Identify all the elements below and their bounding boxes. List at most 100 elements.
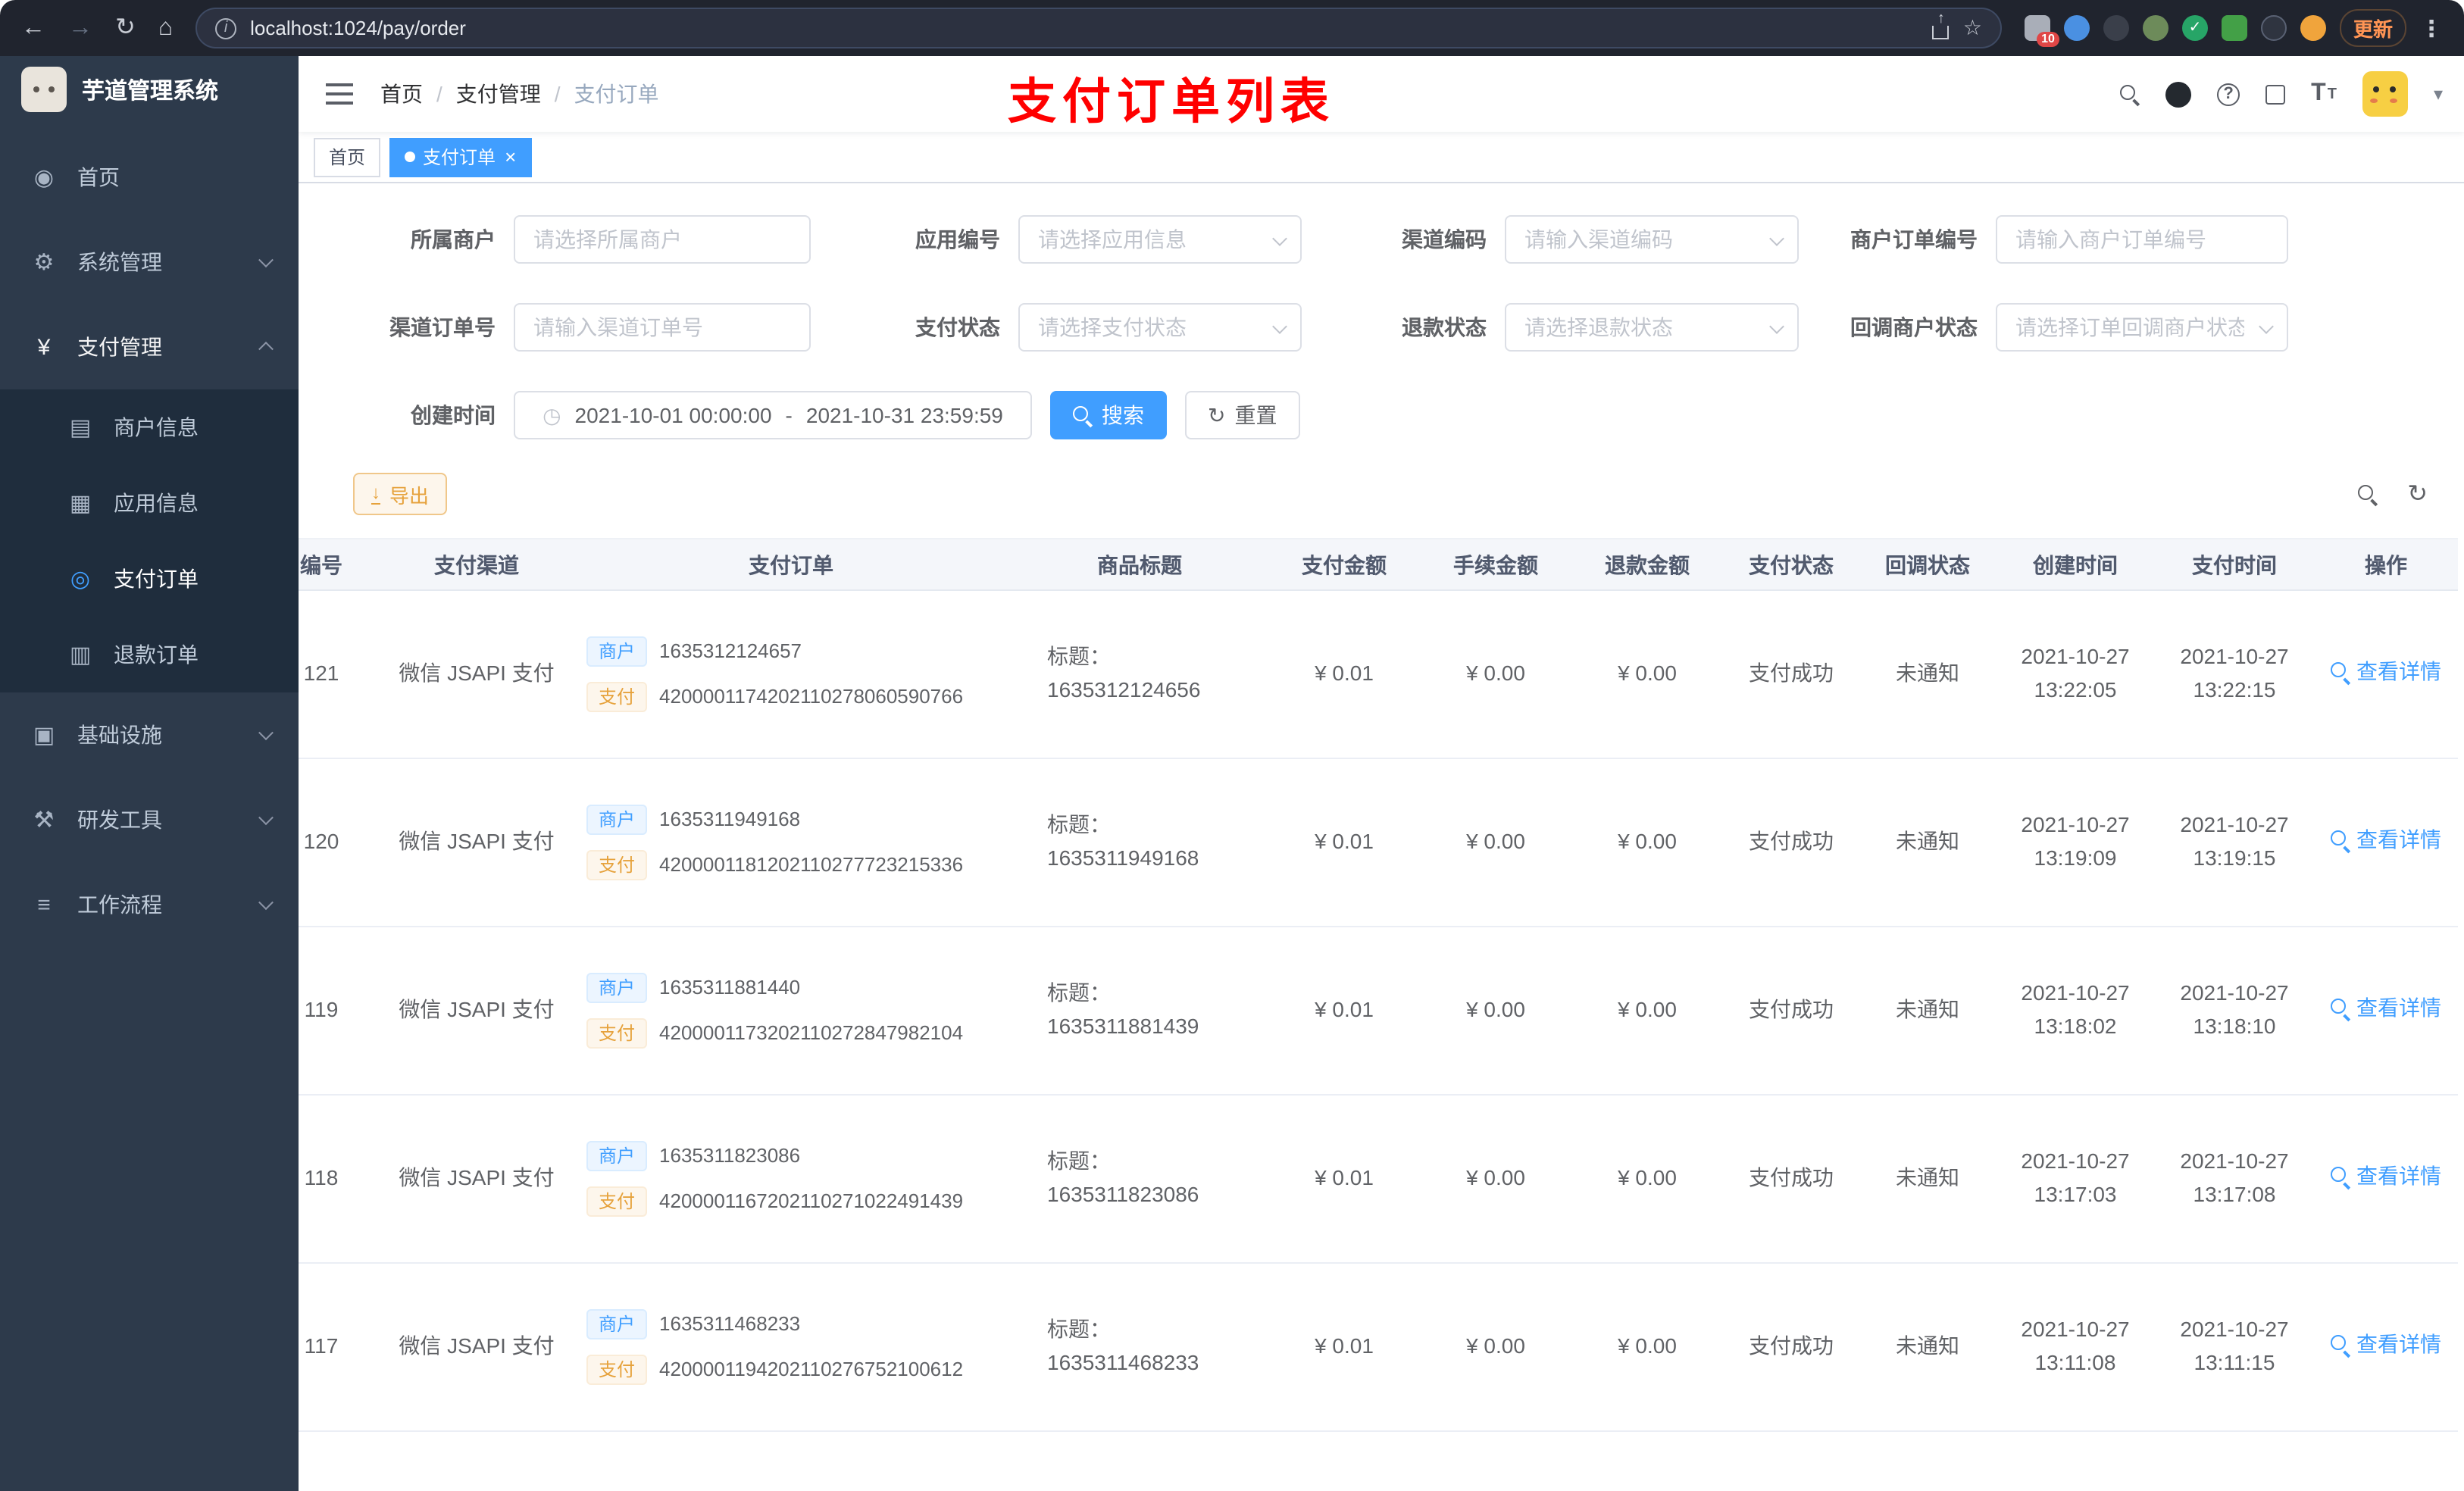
search-icon <box>2331 662 2350 683</box>
extension-icon[interactable]: ✓ <box>2181 15 2208 41</box>
merchant-order-no: 1635312124657 <box>659 639 802 662</box>
payment-submenu: ▤ 商户信息 ▦ 应用信息 ◎ 支付订单 ▥ 退款订单 <box>0 389 299 692</box>
avatar[interactable] <box>2362 71 2408 117</box>
refund-status-input[interactable] <box>1505 303 1799 352</box>
home-icon[interactable]: ⌂ <box>158 15 173 40</box>
create-time <box>1996 1431 2155 1491</box>
breadcrumb-payment[interactable]: 支付管理 <box>456 79 541 109</box>
app-no-select[interactable] <box>1018 215 1302 264</box>
table-refresh-icon[interactable]: ↻ <box>2407 479 2428 509</box>
url-bar[interactable]: i localhost:1024/pay/order ☆ <box>195 8 2002 48</box>
sidebar-item-merchant-info[interactable]: ▤ 商户信息 <box>0 389 299 465</box>
hamburger-icon[interactable] <box>326 83 353 105</box>
screen: ← → ↻ ⌂ i localhost:1024/pay/order ☆ 10 … <box>0 0 2464 1491</box>
view-detail-link[interactable]: 查看详情 <box>2331 824 2441 857</box>
column-header: 操作 <box>2314 538 2458 591</box>
sidebar-item-home[interactable]: ◉ 首页 <box>0 135 299 220</box>
back-icon[interactable]: ← <box>21 15 45 40</box>
pay-status: 支付成功 <box>1723 927 1859 1096</box>
active-dot-icon <box>405 152 416 162</box>
search-button[interactable]: 搜索 <box>1050 391 1167 439</box>
pay-status: 支付成功 <box>1723 758 1859 927</box>
sidebar-item-refund-order[interactable]: ▥ 退款订单 <box>0 617 299 692</box>
sidebar-item-workflow[interactable]: ≡ 工作流程 <box>0 862 299 947</box>
merchant-filter-input[interactable] <box>514 215 811 264</box>
refund-status-select[interactable] <box>1505 303 1799 352</box>
callback-status-input[interactable] <box>1996 303 2288 352</box>
breadcrumb-separator: / <box>436 82 442 106</box>
reload-icon[interactable]: ↻ <box>115 15 136 40</box>
extensions-puzzle-icon[interactable] <box>2260 15 2287 41</box>
sidebar-item-system[interactable]: ⚙ 系统管理 <box>0 220 299 305</box>
bookmark-star-icon[interactable]: ☆ <box>1963 15 1982 41</box>
info-icon[interactable]: i <box>215 17 237 39</box>
create-time-range[interactable]: ◷ 2021-10-01 00:00:00 - 2021-10-31 23:59… <box>514 391 1032 439</box>
view-detail-link[interactable]: 查看详情 <box>2331 992 2441 1025</box>
channel-order-no-input[interactable] <box>514 303 811 352</box>
reset-button[interactable]: ↻ 重置 <box>1185 391 1300 439</box>
share-icon[interactable] <box>1932 25 1950 39</box>
sidebar: 芋道管理系统 ◉ 首页 ⚙ 系统管理 ¥ 支付管理 ▤ 商户信息 ▦ 应用信息 … <box>0 56 299 1491</box>
merchant-tag: 商户 <box>586 1308 648 1339</box>
column-header: 支付状态 <box>1723 538 1859 591</box>
tab-pay-order[interactable]: 支付订单 × <box>389 137 532 177</box>
sidebar-item-app-info[interactable]: ▦ 应用信息 <box>0 465 299 541</box>
help-icon[interactable]: ? <box>2217 83 2240 105</box>
pay-time: 2021-10-27 13:19:15 <box>2155 758 2314 927</box>
pay-time: 2021-10-27 13:17:08 <box>2155 1095 2314 1264</box>
extension-icon[interactable] <box>2142 15 2169 41</box>
export-button[interactable]: ↓ 导出 <box>353 473 448 515</box>
browser-menu-icon[interactable]: ⋮ <box>2420 14 2443 42</box>
monitor-icon: ▣ <box>33 723 55 749</box>
sidebar-item-label: 应用信息 <box>114 491 199 515</box>
breadcrumb-home[interactable]: 首页 <box>380 79 423 109</box>
forward-icon[interactable]: → <box>68 15 92 40</box>
github-icon[interactable] <box>2165 81 2192 107</box>
sidebar-item-dev-tools[interactable]: ⚒ 研发工具 <box>0 777 299 862</box>
view-detail-link[interactable]: 查看详情 <box>2331 656 2441 689</box>
create-time: 2021-10-27 13:11:08 <box>1996 1263 2155 1432</box>
workflow-icon: ≡ <box>37 892 51 917</box>
callback-status-select[interactable] <box>1996 303 2288 352</box>
sidebar-item-infrastructure[interactable]: ▣ 基础设施 <box>0 692 299 777</box>
caret-down-icon[interactable]: ▾ <box>2434 83 2443 105</box>
browser-update-button[interactable]: 更新 <box>2339 9 2406 47</box>
view-detail-link[interactable]: 查看详情 <box>2331 1329 2441 1361</box>
extension-icon[interactable] <box>2063 15 2090 41</box>
fullscreen-icon[interactable] <box>2265 84 2286 104</box>
create-time: 2021-10-27 13:22:05 <box>1996 590 2155 759</box>
search-icon[interactable] <box>2120 84 2140 104</box>
pay-amount: ¥ 0.01 <box>1268 927 1420 1096</box>
tab-home[interactable]: 首页 <box>314 137 381 177</box>
table-search-icon[interactable] <box>2357 484 2377 504</box>
pay-order-cell: 商户 1635311468233 支付 4200001194202110276752… <box>571 1263 1011 1432</box>
sidebar-item-pay-order[interactable]: ◎ 支付订单 <box>0 541 299 617</box>
font-size-icon[interactable]: TT <box>2311 80 2337 108</box>
merchant-order-no-input[interactable] <box>1996 215 2288 264</box>
breadcrumb: 首页 / 支付管理 / 支付订单 <box>380 79 659 109</box>
sidebar-item-label: 支付管理 <box>77 335 162 359</box>
column-header: 商品标题 <box>1011 538 1268 591</box>
sidebar-item-payment[interactable]: ¥ 支付管理 <box>0 305 299 389</box>
view-detail-link[interactable]: 查看详情 <box>2331 1161 2441 1193</box>
pay-status-input[interactable] <box>1018 303 1302 352</box>
close-icon[interactable]: × <box>505 145 516 168</box>
extension-icon[interactable] <box>2300 15 2326 41</box>
pay-status: 支付成功 <box>1723 1263 1859 1432</box>
extension-icon[interactable] <box>2103 15 2129 41</box>
chevron-down-icon <box>258 810 274 826</box>
fee-amount: ¥ 0.00 <box>1420 590 1571 759</box>
refund-amount: ¥ 0.00 <box>1571 758 1723 927</box>
export-button-label: 导出 <box>389 484 430 507</box>
order-id <box>299 1431 382 1491</box>
extension-icon[interactable]: 10 <box>2024 15 2059 47</box>
pay-order-cell: 商户1635311157136 <box>571 1431 1011 1491</box>
channel-code-select[interactable] <box>1505 215 1799 264</box>
pay-status-select[interactable] <box>1018 303 1302 352</box>
app-no-input[interactable] <box>1018 215 1302 264</box>
refund-amount: ¥ 0.00 <box>1571 1095 1723 1264</box>
channel-code-input[interactable] <box>1505 215 1799 264</box>
create-time: 2021-10-27 13:19:09 <box>1996 758 2155 927</box>
extension-icon[interactable] <box>2221 15 2247 41</box>
refund-status-filter-label: 退款状态 <box>1402 315 1487 339</box>
